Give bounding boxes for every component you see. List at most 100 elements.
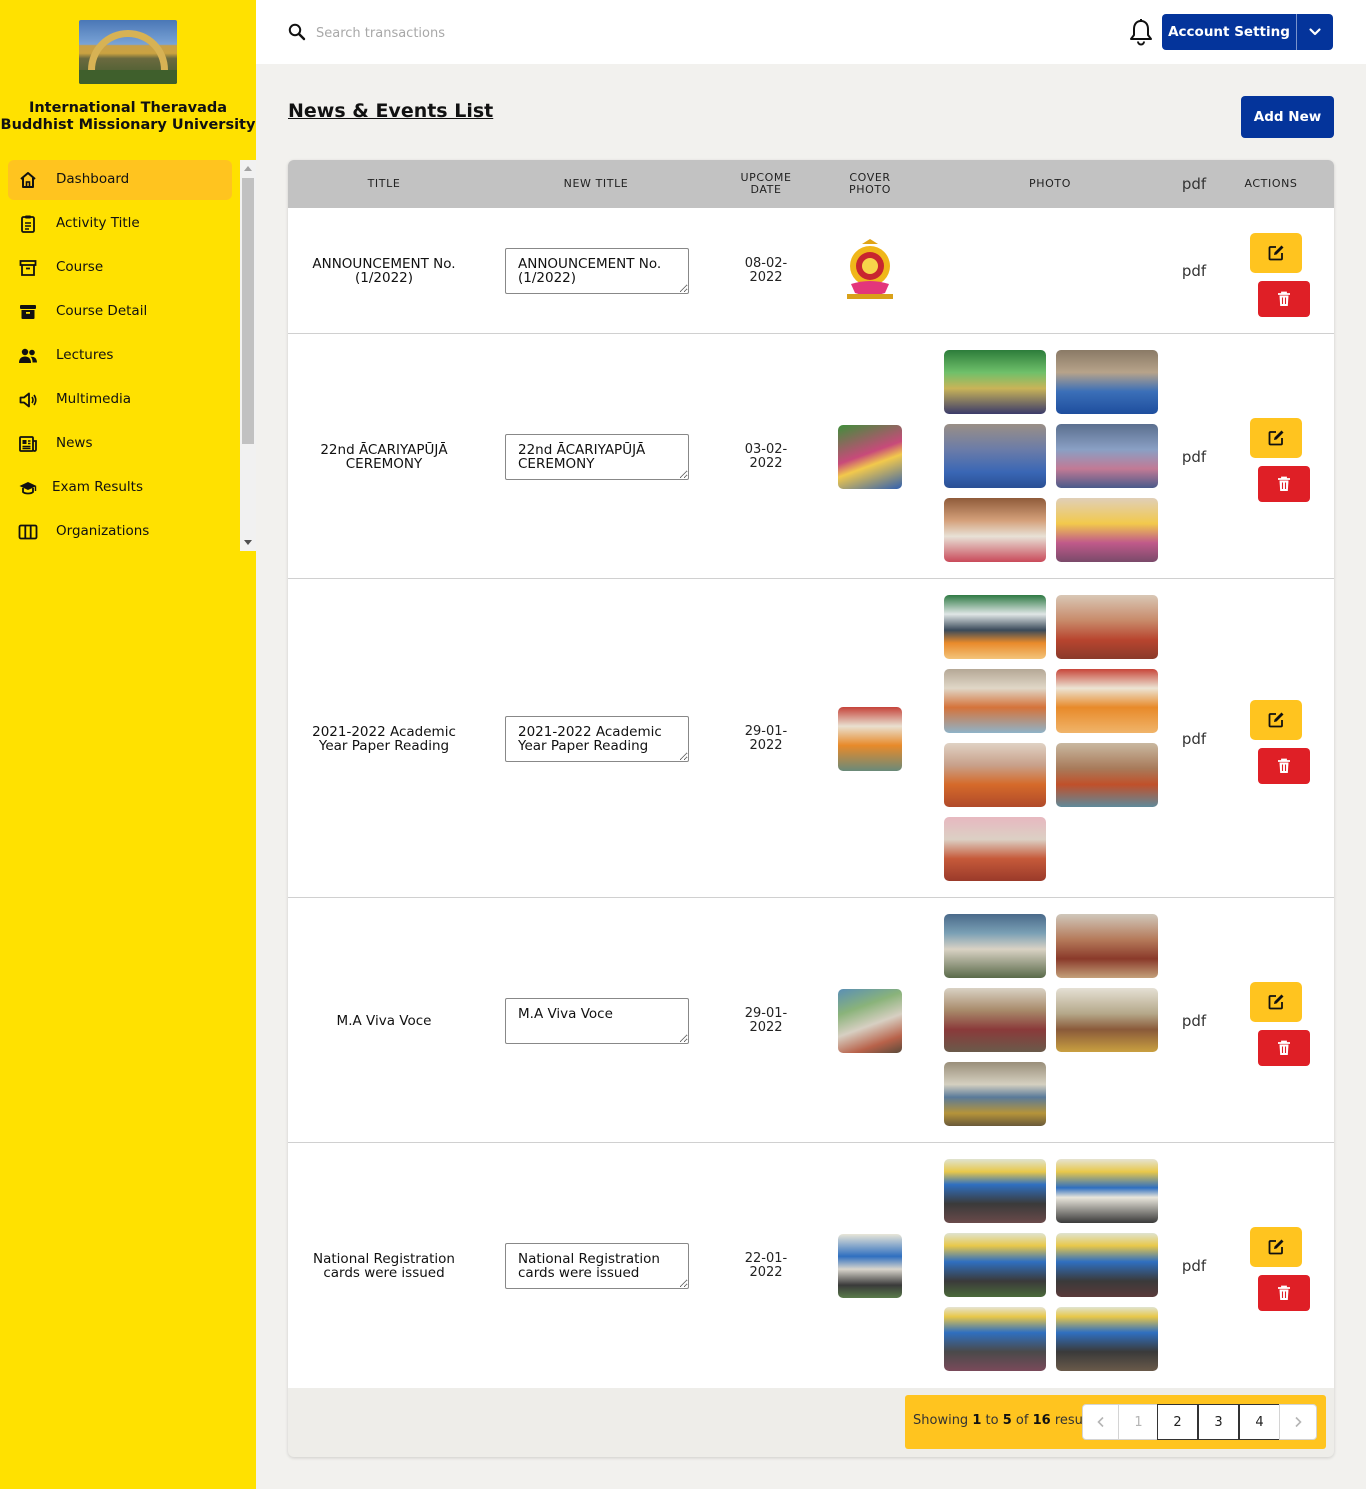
event-photo[interactable]: [1056, 669, 1158, 733]
event-photo[interactable]: [944, 424, 1046, 488]
chevron-left-icon: [1096, 1416, 1104, 1428]
photo-gallery: [944, 1159, 1158, 1371]
sidebar-item-course-detail[interactable]: Course Detail: [8, 292, 232, 332]
photo-gallery: [944, 914, 1158, 1126]
cover-photo-thumbnail[interactable]: [838, 1233, 902, 1298]
pdf-link[interactable]: pdf: [1164, 1143, 1224, 1388]
summary-word: of: [1015, 1413, 1029, 1428]
new-title-cell: ANNOUNCEMENT No. (1/2022): [504, 208, 690, 334]
cover-photo-cell: [830, 579, 910, 898]
edit-button[interactable]: [1250, 700, 1302, 740]
sidebar-item-activity-title[interactable]: Activity Title: [8, 204, 232, 244]
account-setting-button-group: Account Setting: [1162, 14, 1333, 50]
sidebar-item-dashboard[interactable]: Dashboard: [8, 160, 232, 200]
sidebar-item-news[interactable]: News: [8, 424, 232, 464]
delete-button[interactable]: [1258, 1030, 1310, 1066]
page-button-2[interactable]: 2: [1157, 1404, 1198, 1440]
page-button-1[interactable]: 1: [1118, 1404, 1159, 1440]
trash-icon: [1278, 1040, 1290, 1055]
header-line: DATE: [750, 183, 782, 196]
new-title-textarea[interactable]: 22nd ĀCARIYAPŪJĀ CEREMONY: [505, 433, 689, 480]
edit-button[interactable]: [1250, 1227, 1302, 1267]
upcome-date: 22-01- 2022: [726, 1143, 806, 1388]
pdf-link[interactable]: pdf: [1164, 579, 1224, 898]
delete-button[interactable]: [1258, 748, 1310, 784]
event-photo[interactable]: [944, 498, 1046, 562]
event-photo[interactable]: [1056, 988, 1158, 1052]
edit-button[interactable]: [1250, 418, 1302, 458]
sidebar-item-course[interactable]: Course: [8, 248, 232, 288]
new-title-textarea[interactable]: ANNOUNCEMENT No. (1/2022): [505, 248, 689, 294]
event-photo[interactable]: [1056, 350, 1158, 414]
cover-photo-thumbnail[interactable]: [838, 424, 902, 489]
sidebar-item-organizations[interactable]: Organizations: [8, 512, 232, 552]
event-photo[interactable]: [944, 914, 1046, 978]
pdf-link[interactable]: pdf: [1164, 898, 1224, 1143]
delete-button[interactable]: [1258, 466, 1310, 502]
account-setting-button[interactable]: Account Setting: [1162, 14, 1296, 50]
pdf-link[interactable]: pdf: [1164, 208, 1224, 334]
new-title-cell: 22nd ĀCARIYAPŪJĀ CEREMONY: [504, 334, 690, 579]
event-photo[interactable]: [1056, 1233, 1158, 1297]
event-photo[interactable]: [944, 1307, 1046, 1371]
page-button-4[interactable]: 4: [1239, 1404, 1280, 1440]
pdf-link[interactable]: pdf: [1164, 334, 1224, 579]
search-input[interactable]: [316, 21, 716, 45]
previous-page-button[interactable]: [1082, 1404, 1119, 1440]
summary-word: Showing: [913, 1413, 969, 1428]
speaker-icon: [19, 392, 37, 408]
header-line: PHOTO: [849, 183, 891, 196]
event-photo[interactable]: [944, 817, 1046, 881]
delete-button[interactable]: [1258, 281, 1310, 317]
edit-icon: [1268, 1239, 1284, 1255]
trash-icon: [1278, 476, 1290, 491]
add-new-button[interactable]: Add New: [1241, 96, 1334, 138]
date-part: 2022: [749, 1264, 783, 1280]
bell-icon[interactable]: [1128, 18, 1154, 46]
date-part: 22-01-: [744, 1250, 788, 1266]
event-photo[interactable]: [944, 743, 1046, 807]
event-photo[interactable]: [1056, 1307, 1158, 1371]
sidebar-item-lectures[interactable]: Lectures: [8, 336, 232, 376]
event-photo[interactable]: [944, 1159, 1046, 1223]
row-title: 2021-2022 Academic Year Paper Reading: [312, 723, 456, 754]
next-page-button[interactable]: [1279, 1404, 1317, 1440]
sidebar-item-label: Dashboard: [56, 171, 130, 187]
edit-button[interactable]: [1250, 982, 1302, 1022]
users-icon: [19, 348, 37, 363]
event-photo[interactable]: [944, 1233, 1046, 1297]
new-title-textarea[interactable]: 2021-2022 Academic Year Paper Reading: [505, 715, 689, 762]
column-header-actions: ACTIONS: [1244, 177, 1298, 190]
event-photo[interactable]: [944, 595, 1046, 659]
page-button-3[interactable]: 3: [1198, 1404, 1239, 1440]
column-header-title: TITLE: [367, 177, 401, 190]
scroll-up-arrow-icon[interactable]: [244, 166, 252, 171]
university-emblem-image: [847, 239, 893, 299]
event-photo[interactable]: [944, 988, 1046, 1052]
scrollbar-thumb[interactable]: [242, 178, 254, 444]
delete-button[interactable]: [1258, 1275, 1310, 1311]
sidebar-item-multimedia[interactable]: Multimedia: [8, 380, 232, 420]
cover-photo-thumbnail[interactable]: [838, 988, 902, 1053]
event-photo[interactable]: [944, 669, 1046, 733]
scroll-down-arrow-icon[interactable]: [244, 540, 252, 545]
photo-gallery: [944, 350, 1158, 562]
event-photo[interactable]: [944, 350, 1046, 414]
new-title-textarea[interactable]: National Registration cards were issued: [505, 1242, 689, 1289]
event-photo[interactable]: [944, 1062, 1046, 1126]
date-part: 2022: [749, 270, 783, 285]
event-photo[interactable]: [1056, 424, 1158, 488]
cover-photo-cell: [830, 1143, 910, 1388]
edit-button[interactable]: [1250, 233, 1302, 273]
sidebar-scrollbar[interactable]: [240, 160, 256, 551]
event-photo[interactable]: [1056, 498, 1158, 562]
date-part: 08-02-: [744, 256, 788, 271]
event-photo[interactable]: [1056, 1159, 1158, 1223]
event-photo[interactable]: [1056, 914, 1158, 978]
event-photo[interactable]: [1056, 595, 1158, 659]
cover-photo-thumbnail[interactable]: [838, 706, 902, 771]
sidebar-item-exam-results[interactable]: Exam Results: [8, 468, 232, 508]
new-title-textarea[interactable]: M.A Viva Voce: [505, 997, 689, 1044]
account-dropdown-toggle[interactable]: [1297, 14, 1333, 50]
event-photo[interactable]: [1056, 743, 1158, 807]
